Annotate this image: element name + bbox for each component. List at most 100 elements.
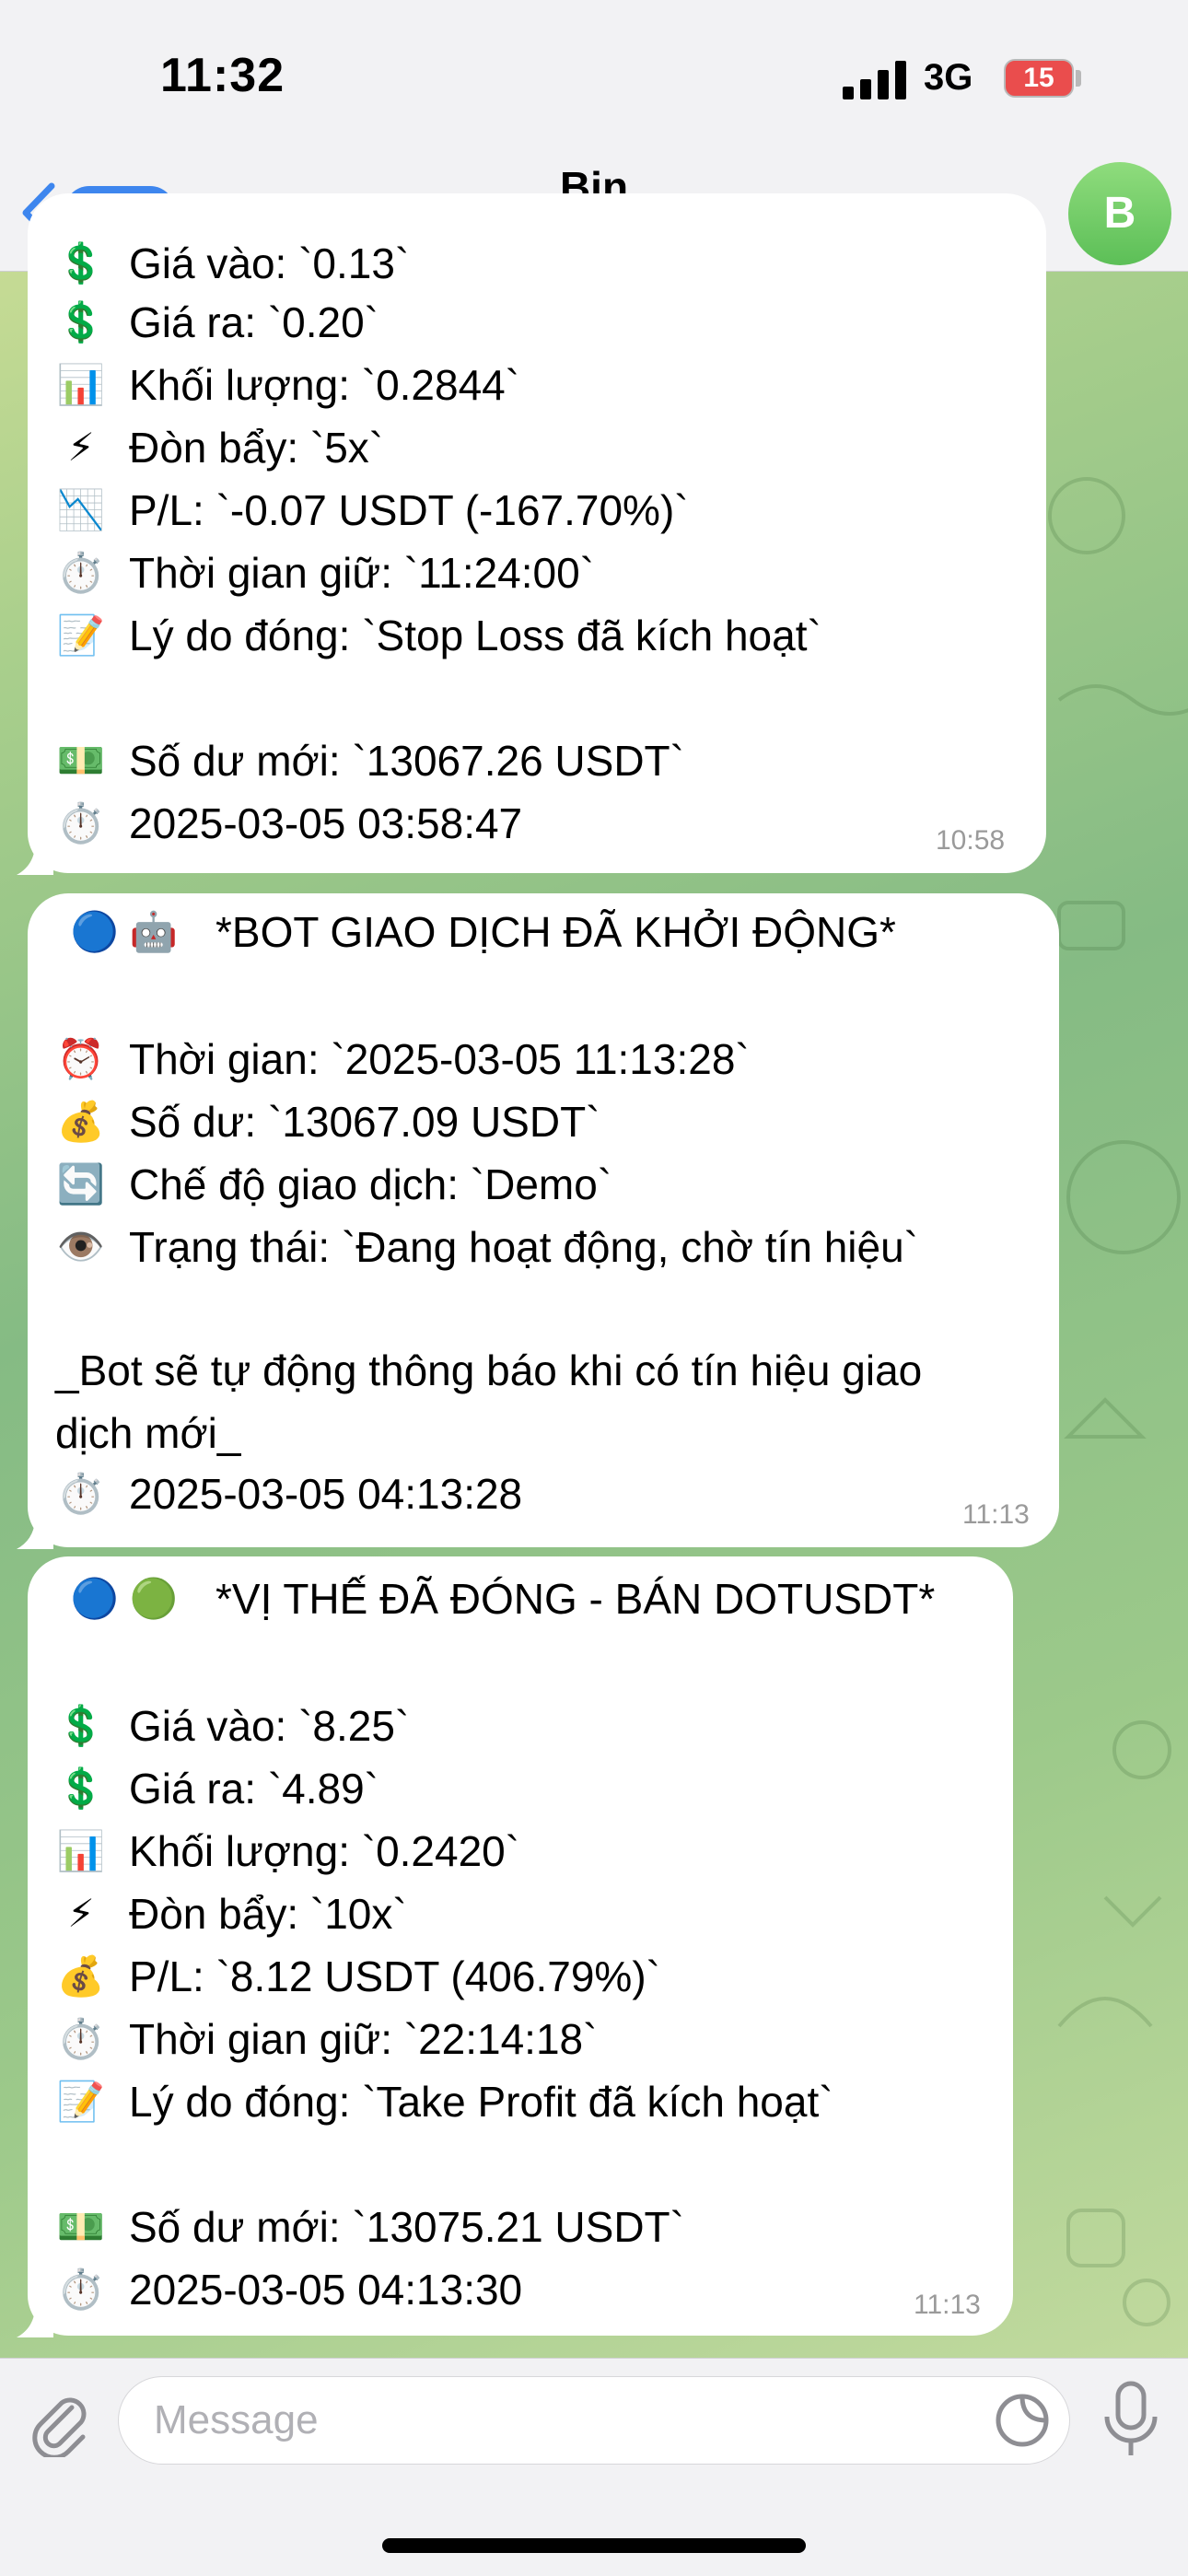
message-line: 💲 Giá vào: `8.25` [55,1698,409,1754]
alarm-clock-icon: ⏰ [56,1037,106,1080]
message-line: 📊 Khối lượng: `0.2420` [55,1824,519,1879]
battery-level: 15 [1023,63,1054,93]
message-text: Trạng thái: `Đang hoạt động, chờ tín hiệ… [129,1223,918,1271]
message-line-partial: 💲 Giá vào: `0.13` [55,236,409,291]
message-line: 🔵 🟢 *VỊ THẾ ĐÃ ĐÓNG - BÁN DOTUSDT* [55,1571,935,1626]
battery-cap [1076,70,1081,87]
cellular-signal-icon [843,61,906,99]
dollar-icon: 💲 [56,1704,106,1747]
bubble-tail [17,1512,53,1549]
avatar[interactable]: B [1068,162,1171,265]
stopwatch-icon: ⏱️ [56,1472,106,1515]
bar-chart-icon: 📊 [56,1829,106,1872]
message-line: ⏱️ 2025-03-05 04:13:30 [55,2262,522,2317]
blue-green-circle-icon: 🔵 🟢 [70,1577,179,1620]
message-text: 2025-03-05 03:58:47 [129,799,523,847]
message-text: Đòn bẩy: `10x` [129,1890,407,1938]
sticker-icon[interactable] [995,2393,1050,2448]
bar-chart-icon: 📊 [56,363,106,406]
message-line: 💲 Giá ra: `0.20` [55,295,379,350]
message-line: ⏱️ 2025-03-05 03:58:47 [55,796,522,851]
message-line: 💲 Giá ra: `4.89` [55,1761,379,1816]
message-line: ⏱️ Thời gian giữ: `22:14:18` [55,2011,598,2067]
message-line: ⏱️ Thời gian giữ: `11:24:00` [55,545,594,600]
stopwatch-icon: ⏱️ [56,2267,106,2311]
message-line: 📝 Lý do đóng: `Stop Loss đã kích hoạt` [55,608,821,663]
message-line: 💵 Số dư mới: `13067.26 USDT` [55,733,684,788]
message-text: Thời gian: `2025-03-05 11:13:28` [129,1035,750,1083]
banknote-icon: 💵 [56,2205,106,2248]
paperclip-icon[interactable] [26,2387,96,2457]
message-text: P/L: `-0.07 USDT (-167.70%)` [129,486,689,534]
eye-icon: 👁️ [56,1225,106,1268]
message-text: Giá ra: `0.20` [129,298,379,346]
message-line: 📊 Khối lượng: `0.2844` [55,357,519,413]
message-bubble[interactable]: 🔵 🤖 *BOT GIAO DỊCH ĐÃ KHỞI ĐỘNG* ⏰ Thời gi… [28,893,1059,1547]
message-text: P/L: `8.12 USDT (406.79%)` [129,1952,660,2000]
message-input[interactable]: Message [118,2376,1070,2465]
money-bag-icon: 💰 [56,1954,106,1998]
message-text: Số dư mới: `13075.21 USDT` [129,2203,684,2251]
message-line: _Bot sẽ tự động thông báo khi có tín hiệ… [55,1343,922,1398]
arrows-cycle-icon: 🔄 [56,1162,106,1206]
message-time: 11:13 [962,1499,1030,1530]
message-text: dịch mới_ [55,1409,241,1457]
message-text: *VỊ THẾ ĐÃ ĐÓNG - BÁN DOTUSDT* [215,1575,936,1623]
message-line: 📝 Lý do đóng: `Take Profit đã kích hoạt` [55,2074,833,2129]
message-text: Thời gian giữ: `11:24:00` [129,549,595,597]
message-line: 👁️ Trạng thái: `Đang hoạt động, chờ tín h… [55,1219,918,1275]
message-text: Giá vào: `0.13` [129,239,410,287]
message-text: Khối lượng: `0.2844` [129,361,520,409]
memo-icon: 📝 [56,613,106,657]
message-text: 2025-03-05 04:13:30 [129,2266,523,2314]
message-line: ⏰ Thời gian: `2025-03-05 11:13:28` [55,1032,750,1087]
lightning-icon: ⚡ [67,425,95,469]
message-text: Số dư: `13067.09 USDT` [129,1098,600,1146]
message-line: 💵 Số dư mới: `13075.21 USDT` [55,2199,684,2255]
message-text: Đòn bẩy: `5x` [129,424,384,472]
stopwatch-icon: ⏱️ [56,551,106,594]
money-bag-icon: 💰 [56,1100,106,1143]
chart-down-icon: 📉 [56,488,106,531]
network-type: 3G [924,57,973,98]
message-text: Chế độ giao dịch: `Demo` [129,1160,612,1208]
message-text: 2025-03-05 04:13:28 [129,1470,523,1518]
message-time: 10:58 [936,825,1006,856]
lightning-icon: ⚡ [67,1892,95,1935]
banknote-icon: 💵 [56,739,106,782]
message-text: Lý do đóng: `Take Profit đã kích hoạt` [129,2078,833,2126]
message-text: Khối lượng: `0.2420` [129,1827,520,1875]
message-text: Giá ra: `4.89` [129,1765,379,1813]
memo-icon: 📝 [56,2080,106,2123]
message-line: 💰 P/L: `8.12 USDT (406.79%)` [55,1949,660,2004]
message-line: ⏱️ 2025-03-05 04:13:28 [55,1466,522,1521]
message-line: 💰 Số dư: `13067.09 USDT` [55,1094,600,1149]
message-line: ⚡ Đòn bẩy: `5x` [55,420,383,475]
message-line: dịch mới_ [55,1405,240,1461]
status-time: 11:32 [160,49,285,102]
message-line: 📉 P/L: `-0.07 USDT (-167.70%)` [55,483,689,538]
message-time: 11:13 [914,2290,981,2320]
message-line: ⚡ Đòn bẩy: `10x` [55,1886,407,1941]
message-line: 🔄 Chế độ giao dịch: `Demo` [55,1157,611,1212]
bubble-tail [17,2301,53,2337]
stopwatch-icon: ⏱️ [56,2017,106,2060]
dollar-icon: 💲 [56,241,106,285]
message-bubble[interactable]: 🔵 🟢 *VỊ THẾ ĐÃ ĐÓNG - BÁN DOTUSDT* 💲 Giá v… [28,1556,1013,2336]
bubble-tail [17,838,53,875]
microphone-icon[interactable] [1096,2380,1166,2459]
home-indicator [382,2538,806,2553]
message-text: Số dư mới: `13067.26 USDT` [129,737,684,785]
stopwatch-icon: ⏱️ [56,801,106,845]
battery-icon: 15 [1004,59,1074,98]
dollar-icon: 💲 [56,300,106,344]
message-bubble[interactable]: 💲 Giá vào: `0.13` 💲 Giá ra: `0.20` 📊 Khối l… [28,193,1046,873]
message-line: 🔵 🤖 *BOT GIAO DỊCH ĐÃ KHỞI ĐỘNG* [55,904,896,960]
message-text: *BOT GIAO DỊCH ĐÃ KHỞI ĐỘNG* [215,908,896,956]
message-text: Lý do đóng: `Stop Loss đã kích hoạt` [129,612,821,659]
dollar-icon: 💲 [56,1766,106,1810]
message-text: Giá vào: `8.25` [129,1702,410,1750]
message-text: Thời gian giữ: `22:14:18` [129,2015,598,2063]
blue-circle-robot-icon: 🔵 🤖 [70,910,179,953]
message-text: _Bot sẽ tự động thông báo khi có tín hiệ… [55,1346,923,1394]
